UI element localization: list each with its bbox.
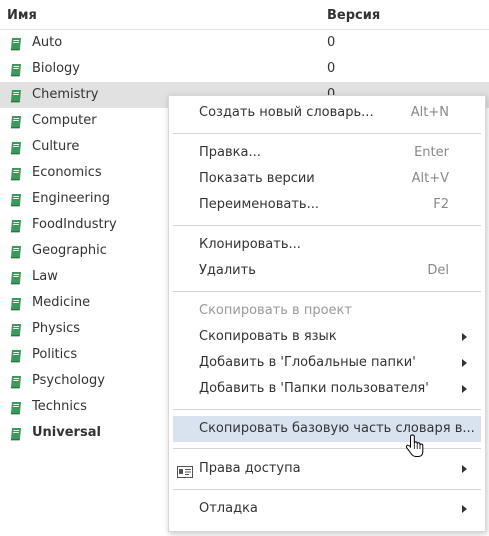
menu-item-label: Скопировать в язык [199,329,337,344]
menu-item-label: Показать версии [199,171,315,186]
book-icon [9,166,23,181]
menu-item-access-rights[interactable]: Права доступа [173,457,481,481]
menu-separator [173,291,481,292]
context-menu: Создать новый словарь... Alt+N Правка...… [168,95,486,532]
book-icon [9,400,23,415]
row-name: Economics [32,165,102,180]
menu-item-shortcut: Alt+V [411,171,449,186]
menu-item-copy-base-part[interactable]: Скопировать базовую часть словаря в... [173,416,481,442]
row-name: Culture [32,139,80,154]
menu-item-label: Удалить [199,263,256,278]
menu-item-shortcut: Enter [414,145,449,160]
book-icon [9,140,23,155]
menu-separator [173,489,481,490]
book-icon [9,322,23,337]
book-icon [9,192,23,207]
row-name: Chemistry [32,87,99,102]
row-name: Psychology [32,373,105,388]
row-name: FoodIndustry [32,217,117,232]
menu-separator [173,225,481,226]
column-header-version[interactable]: Версия [327,8,380,23]
id-card-icon [177,463,193,478]
submenu-arrow-icon [462,505,467,513]
book-icon [9,426,23,441]
menu-item-label: Правка... [199,145,261,160]
menu-separator [173,409,481,410]
menu-item-label: Переименовать... [199,197,319,212]
submenu-arrow-icon [462,359,467,367]
menu-separator [173,133,481,134]
row-name: Geographic [32,243,107,258]
book-icon [9,374,23,389]
book-icon [9,348,23,363]
book-icon [9,270,23,285]
row-name: Engineering [32,191,110,206]
menu-item-label: Отладка [199,501,258,516]
row-name: Medicine [32,295,91,310]
menu-item-copy-to-language[interactable]: Скопировать в язык [173,325,481,349]
menu-item-label: Скопировать в проект [199,303,352,318]
row-name: Physics [32,321,81,336]
book-icon [9,218,23,233]
menu-item-shortcut: F2 [433,197,449,212]
menu-item-label: Добавить в 'Глобальные папки' [199,355,416,370]
book-icon [9,114,23,129]
row-name: Law [32,269,58,284]
menu-item-label: Клонировать... [199,237,301,252]
menu-item-debug[interactable]: Отладка [173,497,481,521]
menu-item-label: Скопировать базовую часть словаря в... [199,421,475,436]
submenu-arrow-icon [462,333,467,341]
book-icon [9,36,23,51]
menu-item-add-user-folders[interactable]: Добавить в 'Папки пользователя' [173,377,481,401]
submenu-arrow-icon [462,385,467,393]
table-header: Имя Версия [0,0,489,30]
menu-item-copy-to-project: Скопировать в проект [173,299,481,323]
row-name: Computer [32,113,97,128]
menu-item-new-dictionary[interactable]: Создать новый словарь... Alt+N [173,101,481,125]
row-name: Politics [32,347,78,362]
row-name: Biology [32,61,80,76]
menu-item-show-versions[interactable]: Показать версии Alt+V [173,167,481,191]
menu-item-delete[interactable]: Удалить Del [173,259,481,283]
book-icon [9,62,23,77]
book-icon [9,244,23,259]
row-name: Auto [32,35,63,50]
menu-separator [173,448,481,449]
menu-item-edit[interactable]: Правка... Enter [173,141,481,165]
hand-pointer-cursor-icon [405,434,424,460]
table-row[interactable]: Biology 0 [0,56,489,82]
row-version: 0 [327,35,336,50]
menu-item-label: Создать новый словарь... [199,105,374,120]
menu-item-shortcut: Del [427,263,449,278]
submenu-arrow-icon [462,465,467,473]
row-name: Universal [32,425,101,440]
menu-item-clone[interactable]: Клонировать... [173,233,481,257]
table-row[interactable]: Auto 0 [0,30,489,56]
book-icon [9,88,23,103]
menu-item-rename[interactable]: Переименовать... F2 [173,193,481,217]
menu-item-label: Добавить в 'Папки пользователя' [199,381,429,396]
row-name: Technics [32,399,87,414]
column-header-name[interactable]: Имя [7,8,37,23]
menu-item-shortcut: Alt+N [410,105,449,120]
menu-item-add-global-folders[interactable]: Добавить в 'Глобальные папки' [173,351,481,375]
menu-item-label: Права доступа [199,461,301,476]
row-version: 0 [327,61,336,76]
book-icon [9,296,23,311]
